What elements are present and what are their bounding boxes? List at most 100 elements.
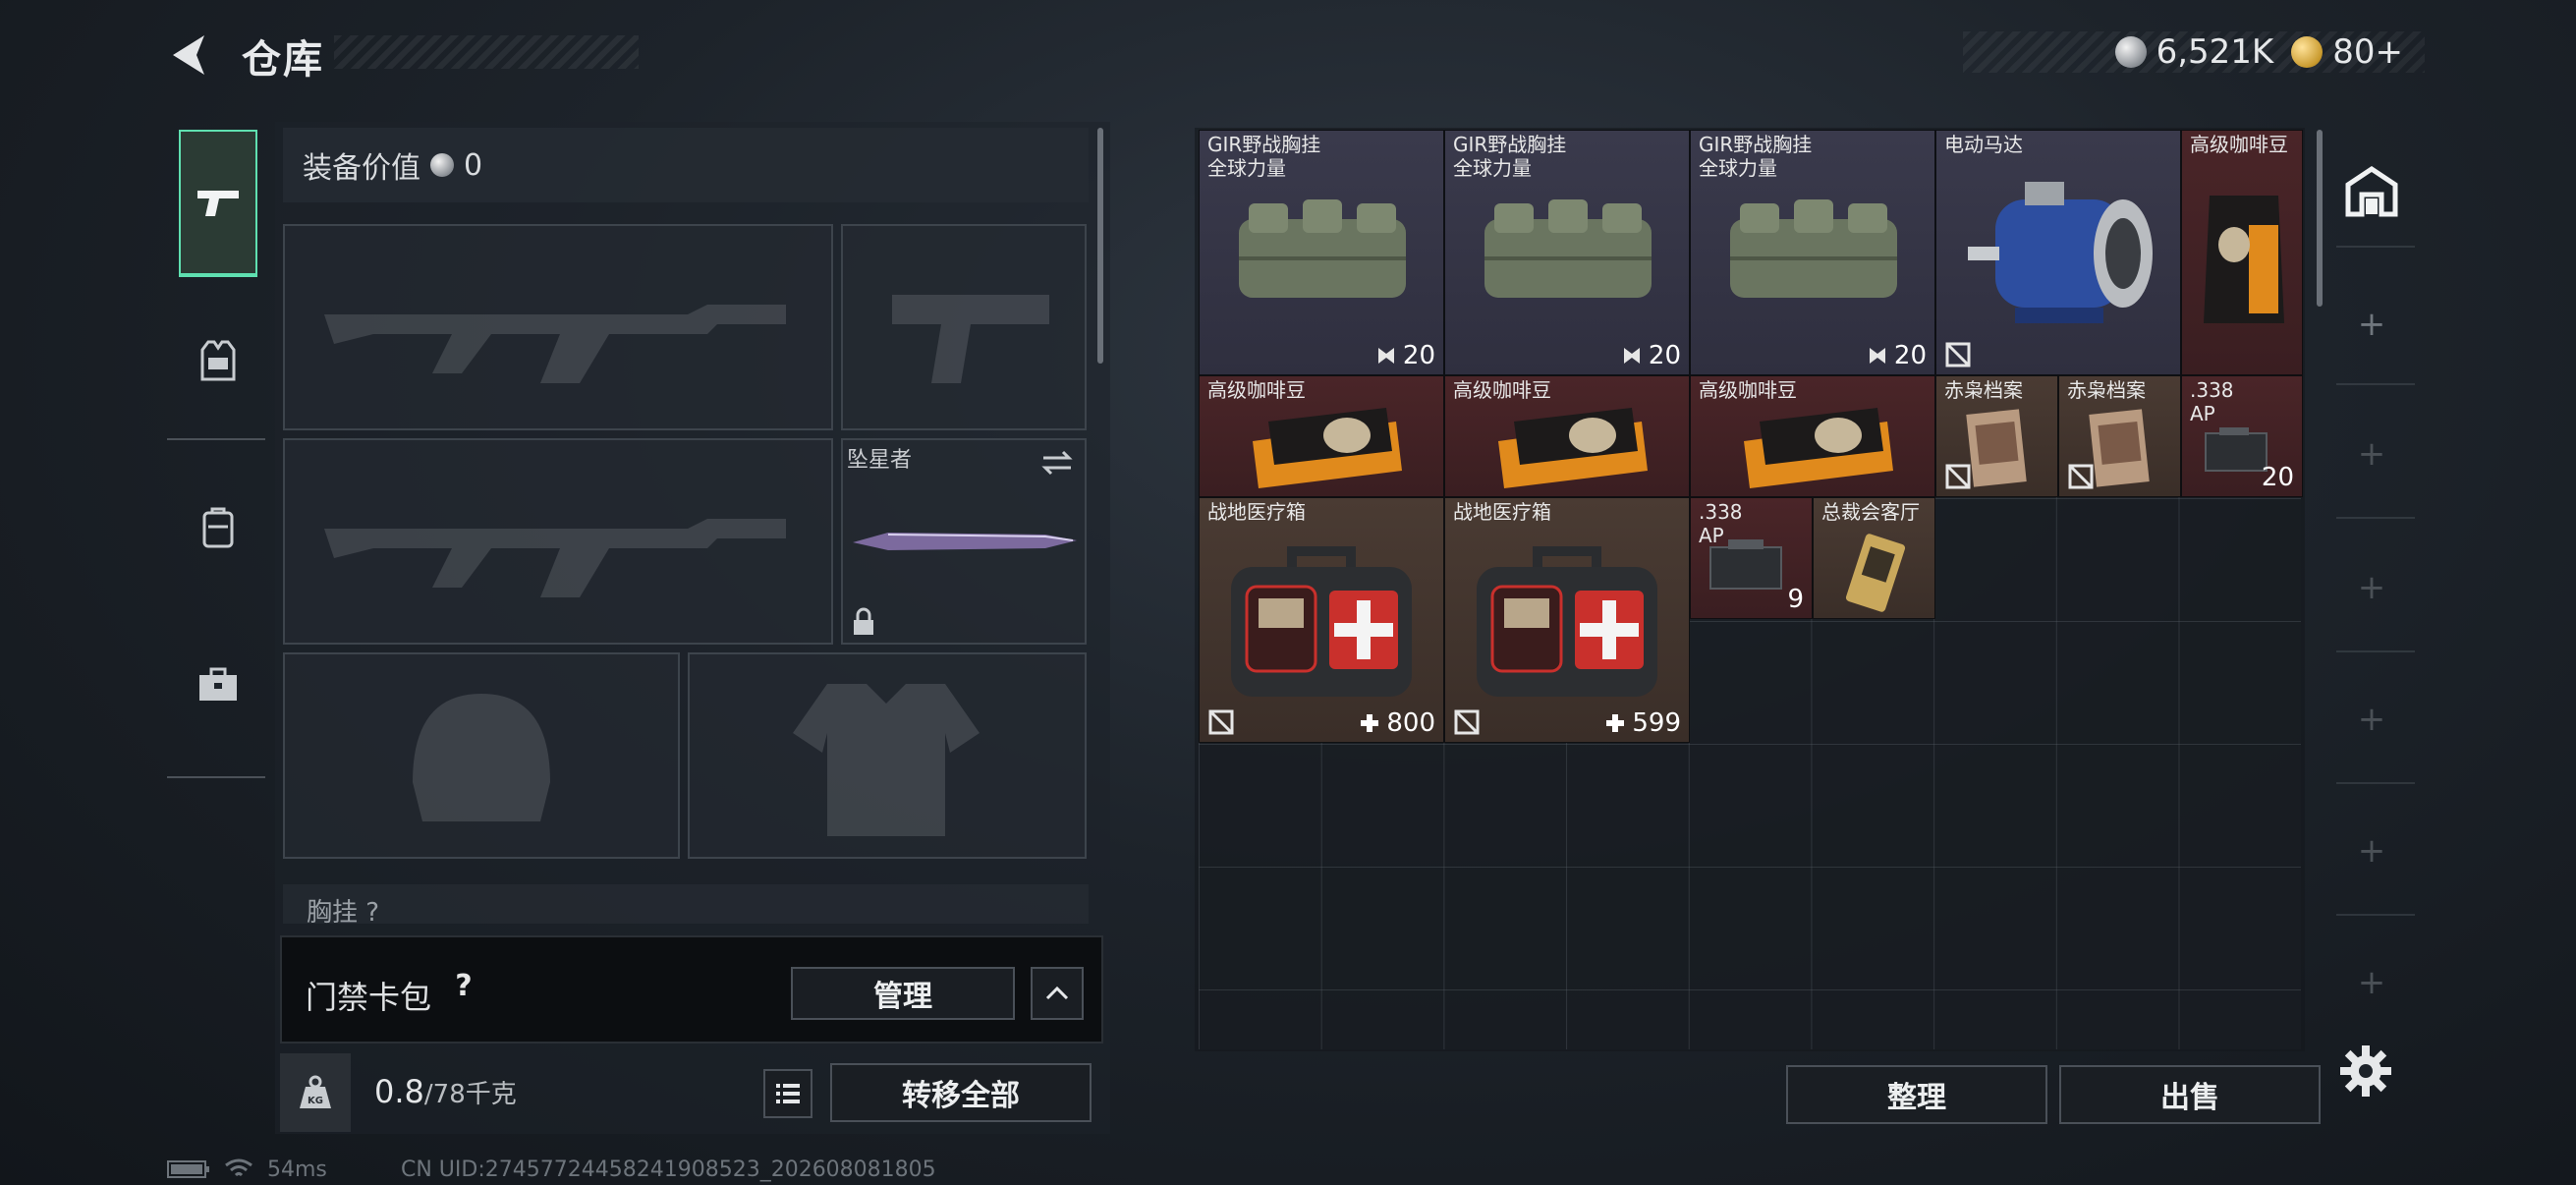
swap-icon[interactable] <box>1039 448 1075 478</box>
storage-item[interactable]: 高级咖啡豆 <box>1690 375 1935 497</box>
item-count-value: 800 <box>1386 708 1435 738</box>
equipment-value-label: 装备价值 <box>303 151 420 186</box>
category-chest-rig[interactable] <box>179 287 257 434</box>
medkit-icon <box>1477 546 1657 697</box>
add-warehouse-button[interactable]: + <box>2352 831 2391 871</box>
add-warehouse-button[interactable]: + <box>2352 305 2391 344</box>
back-button[interactable] <box>165 29 216 81</box>
storage-item[interactable]: 赤枭档案 <box>2058 375 2181 497</box>
rail-divider <box>2336 782 2415 784</box>
item-count-value: 20 <box>2261 463 2294 492</box>
page-title: 仓库 <box>242 37 324 83</box>
storage-item[interactable]: GIR野战胸挂 全球力量 20 <box>1444 130 1690 375</box>
health-plus-icon <box>1606 714 1625 732</box>
weight-readout: 0.8/78千克 <box>374 1073 517 1110</box>
add-warehouse-button[interactable]: + <box>2352 434 2391 474</box>
storage-item[interactable]: .338 AP 9 <box>1690 497 1813 619</box>
helmet-slot[interactable] <box>283 652 680 859</box>
item-count: 20 <box>1621 341 1681 370</box>
status-bar: 54ms <box>167 1156 327 1183</box>
chevron-up-icon <box>1045 986 1069 1000</box>
no-insure-icon <box>1454 709 1480 735</box>
rail-divider <box>2336 650 2415 652</box>
storage-item[interactable]: 电动马达 <box>1935 130 2181 375</box>
storage-item[interactable]: 战地医疗箱 599 <box>1444 497 1690 743</box>
durability-icon <box>1623 348 1640 364</box>
item-count-value: 20 <box>1648 341 1681 370</box>
storage-item[interactable]: 高级咖啡豆 <box>1444 375 1690 497</box>
storage-item[interactable]: 高级咖啡豆 <box>2181 130 2303 375</box>
equipment-value: 0 <box>464 147 483 183</box>
item-name: GIR野战胸挂 全球力量 <box>1699 133 1813 180</box>
pistol-silhouette-icon <box>892 295 1049 383</box>
rail-divider <box>2336 517 2415 519</box>
no-insure-icon <box>2068 464 2094 489</box>
storage-item[interactable]: GIR野战胸挂 全球力量 20 <box>1199 130 1444 375</box>
weight-max: /78千克 <box>423 1080 517 1109</box>
coffee-bag-icon <box>1744 408 1893 488</box>
item-name: GIR野战胸挂 全球力量 <box>1453 133 1567 180</box>
warehouse-icon <box>2345 165 2398 217</box>
sort-button[interactable]: 整理 <box>1786 1065 2047 1124</box>
transfer-all-button[interactable]: 转移全部 <box>830 1063 1092 1122</box>
pistol-icon <box>197 191 239 216</box>
melee-name: 坠星者 <box>847 448 913 473</box>
storage-item[interactable]: 高级咖啡豆 <box>1199 375 1444 497</box>
storage-item[interactable]: GIR野战胸挂 全球力量 20 <box>1690 130 1935 375</box>
rail-divider <box>2336 914 2415 916</box>
item-count-value: 599 <box>1632 708 1681 738</box>
add-warehouse-button[interactable]: + <box>2352 700 2391 739</box>
storage-item[interactable]: 赤枭档案 <box>1935 375 2058 497</box>
primary-weapon-slot[interactable] <box>283 224 833 430</box>
secondary-weapon-slot[interactable] <box>283 438 833 645</box>
help-icon[interactable]: ? <box>444 969 483 1008</box>
backpack-icon <box>202 507 234 548</box>
item-count: 20 <box>1867 341 1927 370</box>
electric-motor-icon <box>1968 182 2153 323</box>
sell-button[interactable]: 出售 <box>2059 1065 2321 1124</box>
storage-item[interactable]: 战地医疗箱 800 <box>1199 497 1444 743</box>
storage-item[interactable]: .338 AP 20 <box>2181 375 2303 497</box>
add-warehouse-button[interactable]: + <box>2352 568 2391 607</box>
category-case[interactable] <box>179 611 257 759</box>
list-view-button[interactable] <box>763 1069 812 1118</box>
silver-coin-icon <box>2114 36 2147 68</box>
pistol-slot[interactable] <box>841 224 1087 430</box>
collapse-button[interactable] <box>1031 967 1084 1020</box>
storage-item[interactable]: 总裁会客厅 <box>1813 497 1935 619</box>
rail-divider <box>2336 383 2415 385</box>
item-name: 高级咖啡豆 <box>1453 378 1551 402</box>
category-divider <box>167 776 265 778</box>
armor-slot[interactable] <box>688 652 1087 859</box>
no-insure-icon <box>1208 709 1234 735</box>
ping-value: 54ms <box>267 1157 327 1182</box>
settings-button[interactable] <box>2338 1044 2393 1099</box>
rail-divider <box>2336 246 2415 248</box>
armor-silhouette-icon <box>793 684 980 836</box>
equipment-scrollbar[interactable] <box>1097 128 1103 364</box>
health-plus-icon <box>1361 714 1379 732</box>
manage-button[interactable]: 管理 <box>791 967 1015 1020</box>
warehouse-tab-main[interactable] <box>2342 161 2401 220</box>
warehouse-tabs: + + + + + + <box>2317 128 2415 1051</box>
item-count: 9 <box>1787 585 1804 614</box>
currency-silver[interactable]: 6,521K <box>2114 32 2273 72</box>
chest-rig-slot[interactable]: 胸挂 ? <box>283 884 1089 924</box>
silver-coin-icon <box>430 153 454 177</box>
category-backpack[interactable] <box>179 454 257 601</box>
currency-gold-value: 80+ <box>2332 32 2403 72</box>
category-sidebar <box>167 120 265 783</box>
weight-current: 0.8 <box>374 1073 424 1110</box>
item-name: 高级咖啡豆 <box>1699 378 1797 402</box>
item-count: 599 <box>1604 708 1681 738</box>
add-warehouse-button[interactable]: + <box>2352 963 2391 1002</box>
knife-icon <box>853 533 1077 550</box>
item-count-value: 9 <box>1787 585 1804 614</box>
currency-gold[interactable]: 80+ <box>2291 32 2403 72</box>
category-weapons[interactable] <box>179 130 257 277</box>
currency-bar: 6,521K 80+ <box>1963 31 2425 73</box>
durability-icon <box>1869 348 1885 364</box>
item-name: 电动马达 <box>1944 133 2023 156</box>
keycard-label: 门禁卡包 <box>306 979 432 1016</box>
item-count: 800 <box>1359 708 1435 738</box>
